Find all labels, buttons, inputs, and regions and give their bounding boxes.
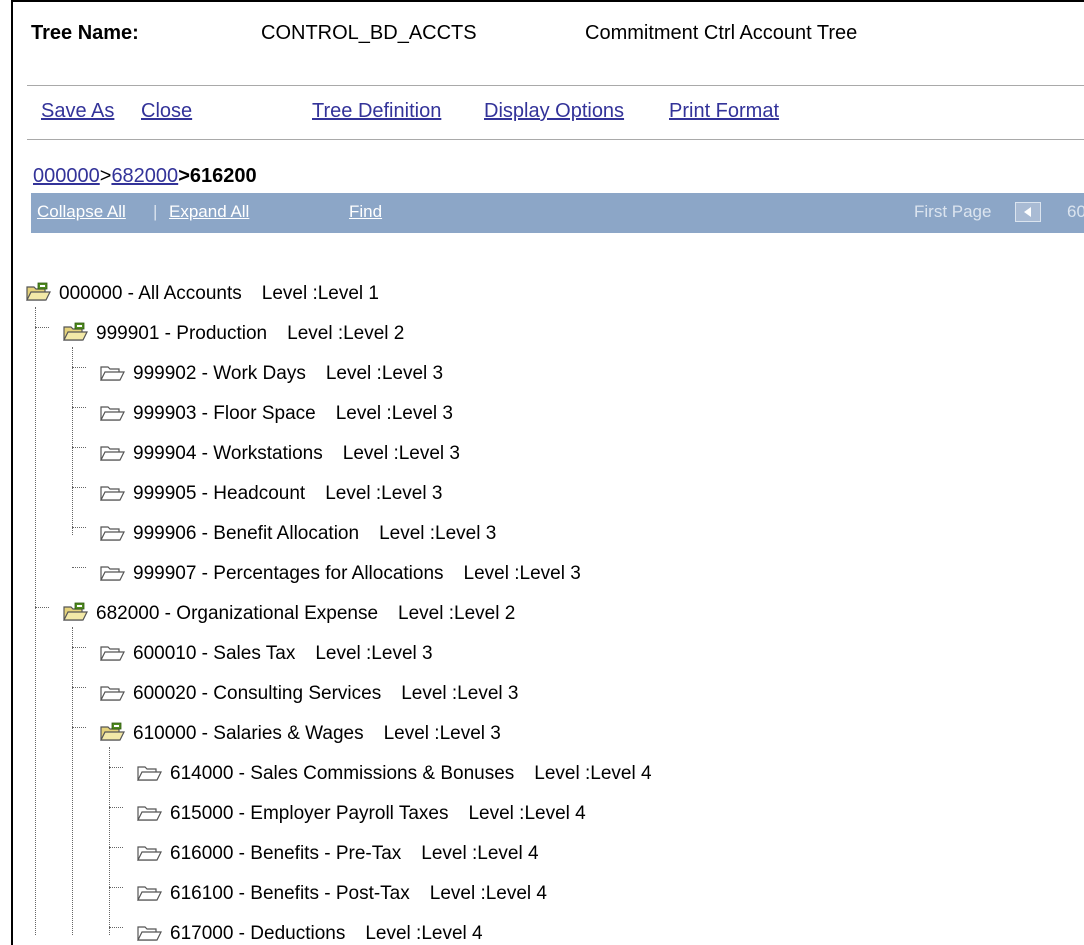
tree-node-level: Level :Level 3 [379,523,497,544]
tree-node-label[interactable]: 615000 - Employer Payroll Taxes [170,803,448,825]
tree-node[interactable]: 682000 - Organizational Expense Level :Le… [62,599,515,629]
open-folder-green-icon[interactable] [62,322,90,346]
tree-node[interactable]: 600020 - Consulting Services Level :Level… [99,679,518,709]
open-folder-icon[interactable] [136,922,164,945]
tree-connector [72,487,86,488]
tree-node-level: Level :Level 2 [398,603,516,624]
open-folder-green-icon[interactable] [25,282,53,306]
tree-node-label[interactable]: 999906 - Benefit Allocation [133,523,359,545]
tree-node-level: Level :Level 3 [325,363,444,384]
tree-connector [35,307,36,935]
tree-node[interactable]: 600010 - Sales Tax Level :Level 3 [99,639,433,669]
tree-connector [72,407,86,408]
tree-connector [72,527,86,528]
tree-connector [72,727,86,728]
tree-node[interactable]: 999906 - Benefit Allocation Level :Level … [99,519,496,549]
tree-node-level: Level :Level 4 [429,883,547,904]
tree-connector [72,627,73,935]
tree-node-label[interactable]: 616100 - Benefits - Post-Tax [170,883,410,905]
tree-node[interactable]: 616000 - Benefits - Pre-Tax Level :Level … [136,839,539,869]
tree-node-label[interactable]: 614000 - Sales Commissions & Bonuses [170,763,514,785]
tree-manager-window: Tree Name: CONTROL_BD_ACCTS Commitment C… [11,0,1084,945]
tree-node-label[interactable]: 999901 - Production [96,323,267,345]
tree-connector [109,767,123,768]
tree-connector [109,887,123,888]
tree-node-label[interactable]: 610000 - Salaries & Wages [133,723,364,745]
tree-node-label[interactable]: 999904 - Workstations [133,443,323,465]
open-folder-icon[interactable] [99,362,127,386]
tree-connector [72,687,86,688]
tree-node-label[interactable]: 616000 - Benefits - Pre-Tax [170,843,401,865]
tree-node[interactable]: 999901 - Production Level :Level 2 [62,319,404,349]
open-folder-green-icon[interactable] [99,722,127,746]
tree-node[interactable]: 617000 - Deductions Level :Level 4 [136,919,483,945]
tree-node-label[interactable]: 682000 - Organizational Expense [96,603,378,625]
tree-node-label[interactable]: 000000 - All Accounts [59,283,242,305]
tree-connector [72,447,86,448]
tree-node[interactable]: 000000 - All Accounts Level :Level 1 [25,279,379,309]
tree-node-level: Level :Level 3 [383,723,501,744]
tree-node[interactable]: 610000 - Salaries & Wages Level :Level 3 [99,719,501,749]
tree-node[interactable]: 999903 - Floor Space Level :Level 3 [99,399,453,429]
tree-node-level: Level :Level 4 [468,803,586,824]
open-folder-green-icon[interactable] [62,602,90,626]
tree-node-level: Level :Level 3 [335,403,453,424]
tree-connector [109,927,123,928]
open-folder-icon[interactable] [136,802,164,826]
open-folder-icon[interactable] [99,402,127,426]
tree-node[interactable]: 999905 - Headcount Level :Level 3 [99,479,442,509]
tree-connector [72,367,86,368]
tree-node-level: Level :Level 4 [365,923,483,944]
tree-connector [72,347,73,535]
tree-node[interactable]: 999904 - Workstations Level :Level 3 [99,439,460,469]
tree-node-label[interactable]: 999905 - Headcount [133,483,305,505]
tree-node-level: Level :Level 1 [261,283,379,304]
open-folder-icon[interactable] [99,562,127,586]
tree-node-level: Level :Level 3 [315,643,433,664]
tree-node-level: Level :Level 3 [325,483,443,504]
account-tree: 000000 - All Accounts Level :Level 1 99990… [13,2,1084,945]
tree-node[interactable]: 614000 - Sales Commissions & Bonuses Leve… [136,759,652,789]
tree-node-level: Level :Level 2 [287,323,405,344]
tree-node[interactable]: 999902 - Work Days Level :Level 3 [99,359,443,389]
tree-node-label[interactable]: 999907 - Percentages for Allocations [133,563,444,585]
tree-connector [72,567,86,568]
tree-connector [35,607,49,608]
open-folder-icon[interactable] [136,762,164,786]
open-folder-icon[interactable] [136,882,164,906]
tree-connector [35,327,49,328]
tree-node-label[interactable]: 600020 - Consulting Services [133,683,381,705]
open-folder-icon[interactable] [99,642,127,666]
open-folder-icon[interactable] [99,482,127,506]
tree-connector [109,807,123,808]
open-folder-icon[interactable] [99,442,127,466]
tree-node-level: Level :Level 3 [401,683,519,704]
open-folder-icon[interactable] [99,682,127,706]
tree-node-level: Level :Level 4 [421,843,539,864]
open-folder-icon[interactable] [99,522,127,546]
tree-node-label[interactable]: 600010 - Sales Tax [133,643,295,665]
tree-node-level: Level :Level 3 [463,563,581,584]
tree-node[interactable]: 615000 - Employer Payroll Taxes Level :Le… [136,799,586,829]
tree-node[interactable]: 616100 - Benefits - Post-Tax Level :Level… [136,879,547,909]
tree-node-label[interactable]: 617000 - Deductions [170,923,345,945]
open-folder-icon[interactable] [136,842,164,866]
tree-node-level: Level :Level 3 [342,443,460,464]
tree-node-level: Level :Level 4 [534,763,652,784]
tree-node-label[interactable]: 999902 - Work Days [133,363,306,385]
tree-connector [109,747,110,935]
tree-connector [109,847,123,848]
tree-node-label[interactable]: 999903 - Floor Space [133,403,316,425]
tree-connector [72,647,86,648]
tree-node[interactable]: 999907 - Percentages for Allocations Leve… [99,559,581,589]
